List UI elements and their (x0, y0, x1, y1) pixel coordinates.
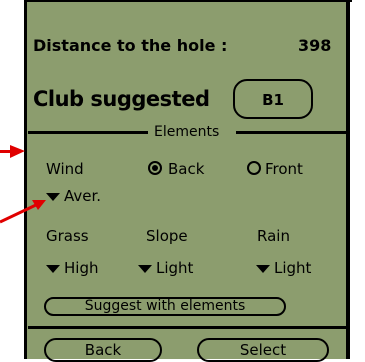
slope-label: Slope (146, 227, 188, 245)
elements-divider-left (28, 131, 148, 134)
dropdown-arrow-icon (46, 264, 60, 273)
annotation-arrow-aver-icon (0, 200, 46, 224)
rain-dropdown[interactable]: Light (256, 259, 311, 277)
slope-value: Light (156, 259, 194, 277)
screen-border-left (24, 0, 27, 359)
annotation-arrow-wind-icon (10, 145, 25, 158)
club-value-box[interactable]: B1 (233, 79, 313, 119)
wind-front-radio[interactable] (247, 161, 261, 175)
rain-label: Rain (257, 227, 290, 245)
select-button-label: Select (239, 341, 287, 359)
screen-border-top (24, 0, 352, 2)
bottom-divider (28, 326, 346, 329)
club-value: B1 (262, 91, 284, 109)
dropdown-arrow-icon (46, 192, 60, 201)
select-button[interactable]: Select (197, 338, 329, 362)
elements-divider-right (236, 131, 346, 134)
elements-title: Elements (154, 124, 220, 140)
distance-label: Distance to the hole : (33, 36, 228, 55)
rain-value: Light (274, 259, 312, 277)
grass-value: High (64, 259, 99, 277)
slope-dropdown[interactable]: Light (138, 259, 193, 277)
wind-back-radio[interactable] (148, 161, 162, 175)
wind-label: Wind (46, 160, 84, 178)
grass-label: Grass (46, 227, 89, 245)
distance-value: 398 (298, 36, 332, 55)
suggest-with-elements-button[interactable]: Suggest with elements (44, 297, 286, 316)
dropdown-arrow-icon (256, 264, 270, 273)
wind-strength-value: Aver. (64, 187, 102, 205)
screen-border-right (346, 0, 350, 359)
wind-front-label[interactable]: Front (265, 160, 303, 178)
back-button-label: Back (84, 341, 122, 359)
wind-strength-dropdown[interactable]: Aver. (46, 187, 101, 205)
club-suggested-label: Club suggested (33, 87, 210, 111)
suggest-button-label: Suggest with elements (84, 298, 246, 314)
dropdown-arrow-icon (138, 264, 152, 273)
wind-back-label[interactable]: Back (168, 160, 204, 178)
grass-dropdown[interactable]: High (46, 259, 98, 277)
back-button[interactable]: Back (44, 338, 162, 362)
